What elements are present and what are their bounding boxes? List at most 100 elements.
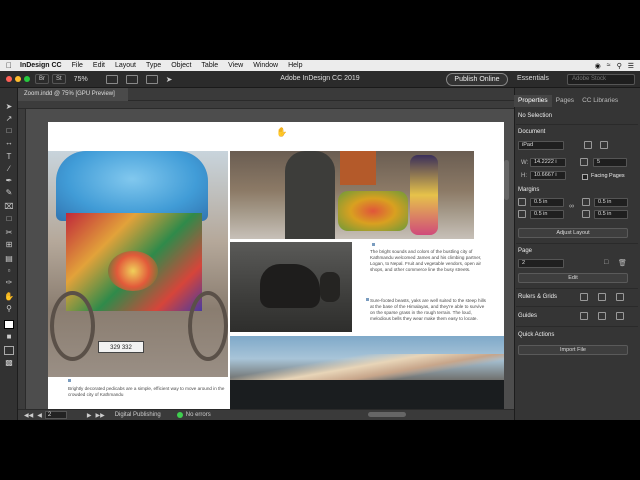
- portrait-orientation-icon[interactable]: [584, 141, 592, 149]
- new-page-icon[interactable]: □: [604, 259, 608, 266]
- caption-market[interactable]: The bright sounds and colors of the bust…: [370, 249, 488, 273]
- divider: [516, 288, 638, 289]
- margin-right-field[interactable]: 0.5 in: [594, 210, 628, 219]
- menu-file[interactable]: File: [67, 62, 88, 69]
- menu-layout[interactable]: Layout: [110, 62, 141, 69]
- prev-page-icon[interactable]: ◀: [37, 412, 42, 419]
- page-select[interactable]: 2: [518, 259, 564, 268]
- gpu-rocket-icon[interactable]: ➤: [166, 75, 173, 84]
- margin-top-field[interactable]: 0.5 in: [530, 198, 564, 207]
- menu-object[interactable]: Object: [166, 62, 196, 69]
- free-transform-tool-icon[interactable]: ⊞: [4, 240, 14, 249]
- tab-pages[interactable]: Pages: [552, 95, 578, 107]
- rulers-icon[interactable]: [580, 293, 588, 301]
- caption-yaks[interactable]: Sure-footed beasts, yaks are well suited…: [370, 298, 488, 322]
- width-field[interactable]: 14.2222 i: [530, 158, 566, 167]
- rickshaw-photo[interactable]: 329 332: [48, 151, 228, 377]
- vertical-scrollbar[interactable]: [504, 160, 509, 200]
- document-tab[interactable]: Zoom.indd @ 75% [GPU Preview]: [18, 88, 128, 101]
- baseline-grid-icon[interactable]: [598, 293, 606, 301]
- stock-button[interactable]: St: [52, 74, 66, 84]
- margin-bottom-field[interactable]: 0.5 in: [530, 210, 564, 219]
- menu-help[interactable]: Help: [283, 62, 307, 69]
- margin-left-field[interactable]: 0.5 in: [594, 198, 628, 207]
- fill-swatch-icon[interactable]: [4, 320, 14, 329]
- menu-table[interactable]: Table: [196, 62, 223, 69]
- close-window-button[interactable]: [6, 76, 12, 82]
- arrange-documents-icon[interactable]: [145, 74, 158, 84]
- zoom-level[interactable]: 75%: [74, 76, 88, 83]
- rectangle-frame-tool-icon[interactable]: ⌧: [4, 202, 14, 211]
- landscape-orientation-icon[interactable]: [600, 141, 608, 149]
- eyedropper-tool-icon[interactable]: ✑: [4, 278, 14, 287]
- scissors-tool-icon[interactable]: ✂: [4, 228, 14, 237]
- line-tool-icon[interactable]: ∕: [4, 164, 14, 173]
- smart-guides-icon[interactable]: [598, 312, 606, 320]
- himalaya-photo[interactable]: [230, 336, 504, 412]
- hanging-goods: [340, 151, 376, 185]
- last-page-icon[interactable]: ▶▶: [95, 412, 104, 419]
- direct-selection-tool-icon[interactable]: ↗: [4, 114, 14, 123]
- yak-photo[interactable]: [230, 242, 352, 332]
- page-number-field[interactable]: 2: [44, 411, 67, 419]
- menu-window[interactable]: Window: [248, 62, 283, 69]
- menu-edit[interactable]: Edit: [88, 62, 110, 69]
- menu-app-name[interactable]: InDesign CC: [18, 62, 67, 69]
- first-page-icon[interactable]: ◀◀: [24, 412, 33, 419]
- gradient-tool-icon[interactable]: ▤: [4, 254, 14, 263]
- gap-tool-icon[interactable]: ↔: [4, 138, 14, 147]
- menu-list-icon[interactable]: ☰: [628, 62, 634, 70]
- mac-menubar:  InDesign CC File Edit Layout Type Obje…: [0, 60, 640, 71]
- tab-cc-libraries[interactable]: CC Libraries: [578, 95, 622, 107]
- market-street-photo[interactable]: [230, 151, 474, 239]
- show-guides-icon[interactable]: [580, 312, 588, 320]
- selection-tool-icon[interactable]: ➤: [4, 102, 14, 111]
- horizontal-scrollbar[interactable]: [368, 412, 406, 417]
- hand-tool-icon[interactable]: ✋: [4, 292, 14, 301]
- document-page[interactable]: 329 332 Brightly decorated pedicabs are …: [48, 122, 504, 412]
- pages-count-field[interactable]: 5: [593, 158, 627, 167]
- tab-properties[interactable]: Properties: [514, 95, 552, 107]
- note-tool-icon[interactable]: ▫: [4, 266, 14, 275]
- edit-page-button[interactable]: Edit: [518, 273, 628, 283]
- view-options-icon[interactable]: [105, 74, 118, 84]
- menu-view[interactable]: View: [223, 62, 248, 69]
- next-page-icon[interactable]: ▶: [87, 412, 92, 419]
- publish-online-button[interactable]: Publish Online: [446, 73, 508, 86]
- adobe-stock-search-input[interactable]: Adobe Stock: [567, 74, 635, 85]
- document-grid-icon[interactable]: [616, 293, 624, 301]
- rectangle-tool-icon[interactable]: □: [4, 214, 14, 223]
- type-tool-icon[interactable]: T: [4, 152, 14, 161]
- preview-mode-icon[interactable]: [4, 346, 14, 355]
- import-file-button[interactable]: Import File: [518, 345, 628, 355]
- profile-label[interactable]: Digital Publishing: [115, 412, 161, 418]
- height-field[interactable]: 10.6667 i: [530, 171, 566, 180]
- apply-color-icon[interactable]: ■: [4, 332, 14, 341]
- link-margins-icon[interactable]: ∞: [569, 203, 574, 210]
- license-plate: 329 332: [98, 341, 144, 353]
- minimize-window-button[interactable]: [15, 76, 21, 82]
- wifi-icon[interactable]: ≈: [607, 62, 611, 70]
- pencil-tool-icon[interactable]: ✎: [4, 188, 14, 197]
- cc-icon[interactable]: ◉: [595, 62, 601, 70]
- facing-pages-checkbox[interactable]: [582, 174, 588, 180]
- delete-page-icon[interactable]: 🗑: [618, 259, 627, 267]
- lock-guides-icon[interactable]: [616, 312, 624, 320]
- search-icon[interactable]: ⚲: [617, 62, 622, 70]
- zoom-tool-icon[interactable]: ⚲: [4, 304, 14, 313]
- zoom-window-button[interactable]: [24, 76, 30, 82]
- caption-rickshaw[interactable]: Brightly decorated pedicabs are a simple…: [68, 386, 228, 398]
- menu-type[interactable]: Type: [141, 62, 166, 69]
- document-preset-select[interactable]: iPad: [518, 141, 564, 150]
- pen-tool-icon[interactable]: ✒: [4, 176, 14, 185]
- workspace-switcher[interactable]: Essentials: [517, 75, 549, 82]
- adjust-layout-button[interactable]: Adjust Layout: [518, 228, 628, 238]
- vertical-ruler[interactable]: [18, 109, 26, 409]
- horizontal-ruler[interactable]: [18, 101, 514, 109]
- page-tool-icon[interactable]: □: [4, 126, 14, 135]
- preflight-status[interactable]: No errors: [176, 412, 211, 418]
- screen-mode-icon[interactable]: [125, 74, 138, 84]
- apple-icon[interactable]: : [0, 61, 18, 70]
- bridge-button[interactable]: Br: [35, 74, 49, 84]
- screen-mode-icon[interactable]: ▩: [4, 358, 14, 367]
